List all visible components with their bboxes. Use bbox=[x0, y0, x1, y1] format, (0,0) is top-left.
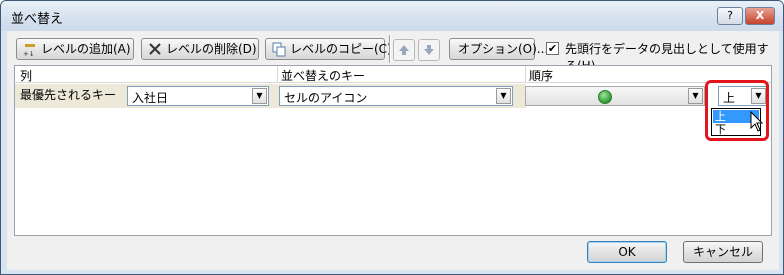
chevron-down-icon[interactable]: ▼ bbox=[252, 88, 267, 104]
down-arrow-icon bbox=[424, 45, 434, 55]
sort-on-select[interactable]: セルのアイコン ▼ bbox=[279, 86, 513, 106]
add-level-icon: +↓ bbox=[23, 44, 35, 57]
sort-dialog: 並べ替え ? X +↓ レベルの追加(A) レベルの削除(D) レベルのコピー(… bbox=[0, 0, 784, 275]
svg-text:+↓: +↓ bbox=[23, 50, 35, 57]
up-arrow-icon bbox=[399, 45, 409, 55]
row-label: 最優先されるキー bbox=[20, 88, 117, 102]
delete-icon bbox=[149, 43, 161, 55]
delete-level-button[interactable]: レベルの削除(D) bbox=[141, 38, 259, 60]
move-up-button[interactable] bbox=[393, 39, 415, 61]
title-bar: 並べ替え ? X bbox=[1, 1, 783, 31]
column-divider bbox=[277, 66, 278, 83]
sort-levels-grid: 列 並べ替えのキー 順序 最優先されるキー 入社日 ▼ セルのアイコン ▼ ▼ … bbox=[14, 65, 772, 236]
dialog-content: +↓ レベルの追加(A) レベルの削除(D) レベルのコピー(C) オプション(… bbox=[7, 31, 779, 270]
has-headers-checkbox[interactable]: ✔ bbox=[546, 42, 559, 55]
copy-level-button[interactable]: レベルのコピー(C) bbox=[265, 38, 392, 60]
options-label: オプション(O)... bbox=[458, 42, 549, 56]
toolbar-separator bbox=[389, 35, 391, 63]
help-button[interactable]: ? bbox=[717, 7, 743, 25]
close-button[interactable]: X bbox=[745, 7, 775, 25]
add-level-button[interactable]: +↓ レベルの追加(A) bbox=[16, 38, 134, 60]
ok-button[interactable]: OK bbox=[587, 241, 667, 263]
column-divider bbox=[525, 66, 526, 83]
header-sort-on: 並べ替えのキー bbox=[281, 69, 366, 83]
chevron-down-icon[interactable]: ▼ bbox=[496, 88, 511, 104]
green-circle-icon bbox=[598, 90, 612, 104]
chevron-down-icon[interactable]: ▼ bbox=[688, 88, 703, 104]
add-level-label: レベルの追加(A) bbox=[41, 42, 131, 56]
header-column: 列 bbox=[20, 69, 33, 83]
copy-icon bbox=[272, 42, 286, 57]
order-icon-select[interactable]: ▼ bbox=[525, 86, 705, 106]
dialog-title: 並べ替え bbox=[11, 12, 64, 27]
header-order: 順序 bbox=[529, 69, 554, 83]
move-down-button[interactable] bbox=[418, 39, 440, 61]
cancel-button[interactable]: キャンセル bbox=[683, 241, 763, 263]
delete-level-label: レベルの削除(D) bbox=[166, 42, 257, 56]
mouse-cursor-icon bbox=[750, 111, 764, 132]
options-button[interactable]: オプション(O)... bbox=[449, 38, 548, 60]
grid-header: 列 並べ替えのキー 順序 bbox=[15, 66, 771, 83]
sort-level-row[interactable]: 最優先されるキー 入社日 ▼ セルのアイコン ▼ ▼ 上 ▼ bbox=[15, 84, 771, 108]
sort-on-select-value: セルのアイコン bbox=[284, 91, 368, 105]
copy-level-label: レベルのコピー(C) bbox=[290, 42, 392, 56]
column-select[interactable]: 入社日 ▼ bbox=[127, 86, 269, 106]
column-select-value: 入社日 bbox=[132, 91, 169, 105]
